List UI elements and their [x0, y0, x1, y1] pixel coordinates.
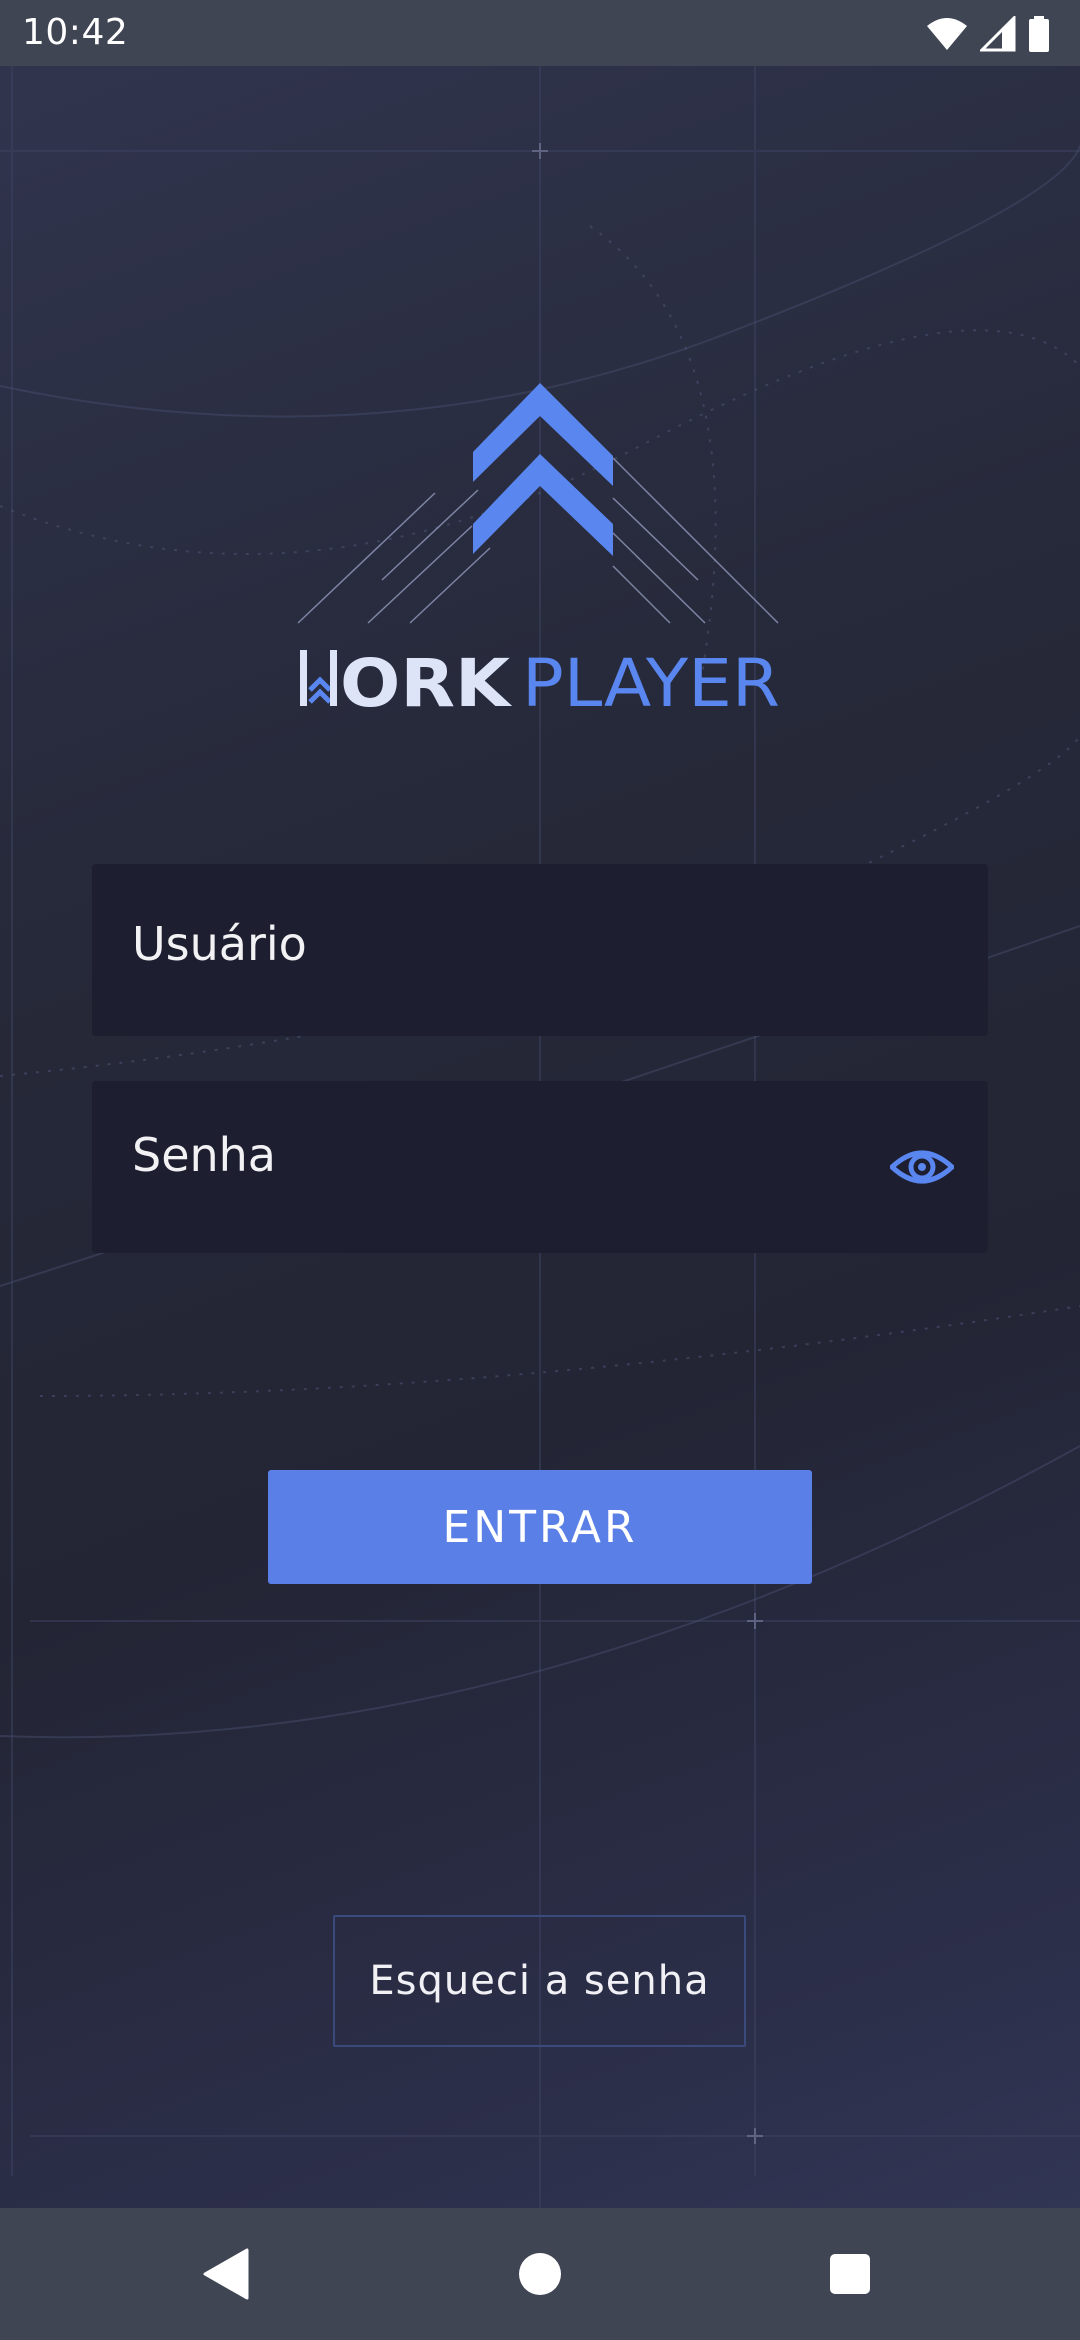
username-field: [92, 858, 988, 1036]
recents-icon: [830, 2254, 870, 2294]
username-input[interactable]: [132, 858, 892, 1030]
nav-home-button[interactable]: [504, 2238, 576, 2310]
signal-icon: [980, 16, 1016, 52]
password-input[interactable]: [132, 1069, 892, 1241]
eye-icon: [888, 1150, 956, 1184]
nav-back-button[interactable]: [190, 2238, 262, 2310]
login-screen: 10:42 ORK PLAYER Usuário ENTRAR Esqueci …: [0, 0, 1080, 2340]
home-icon: [519, 2253, 561, 2295]
svg-text:PLAYER: PLAYER: [522, 645, 780, 718]
login-button[interactable]: ENTRAR: [268, 1470, 812, 1584]
password-field: [92, 1069, 988, 1253]
status-time: 10:42: [22, 12, 129, 53]
workplayer-logo: ORK PLAYER: [297, 383, 780, 718]
battery-icon: [1029, 16, 1049, 52]
navigation-bar: [0, 2208, 1080, 2340]
forgot-password-button[interactable]: Esqueci a senha: [333, 1915, 746, 2047]
status-icons: [926, 14, 1050, 54]
back-icon: [203, 2248, 249, 2300]
svg-text:ORK: ORK: [340, 645, 513, 718]
nav-recents-button[interactable]: [814, 2238, 886, 2310]
password-visibility-toggle[interactable]: [888, 1135, 956, 1199]
wifi-icon: [927, 18, 967, 50]
logo-wordmark: ORK PLAYER: [300, 645, 780, 718]
status-bar: 10:42: [0, 0, 1080, 66]
